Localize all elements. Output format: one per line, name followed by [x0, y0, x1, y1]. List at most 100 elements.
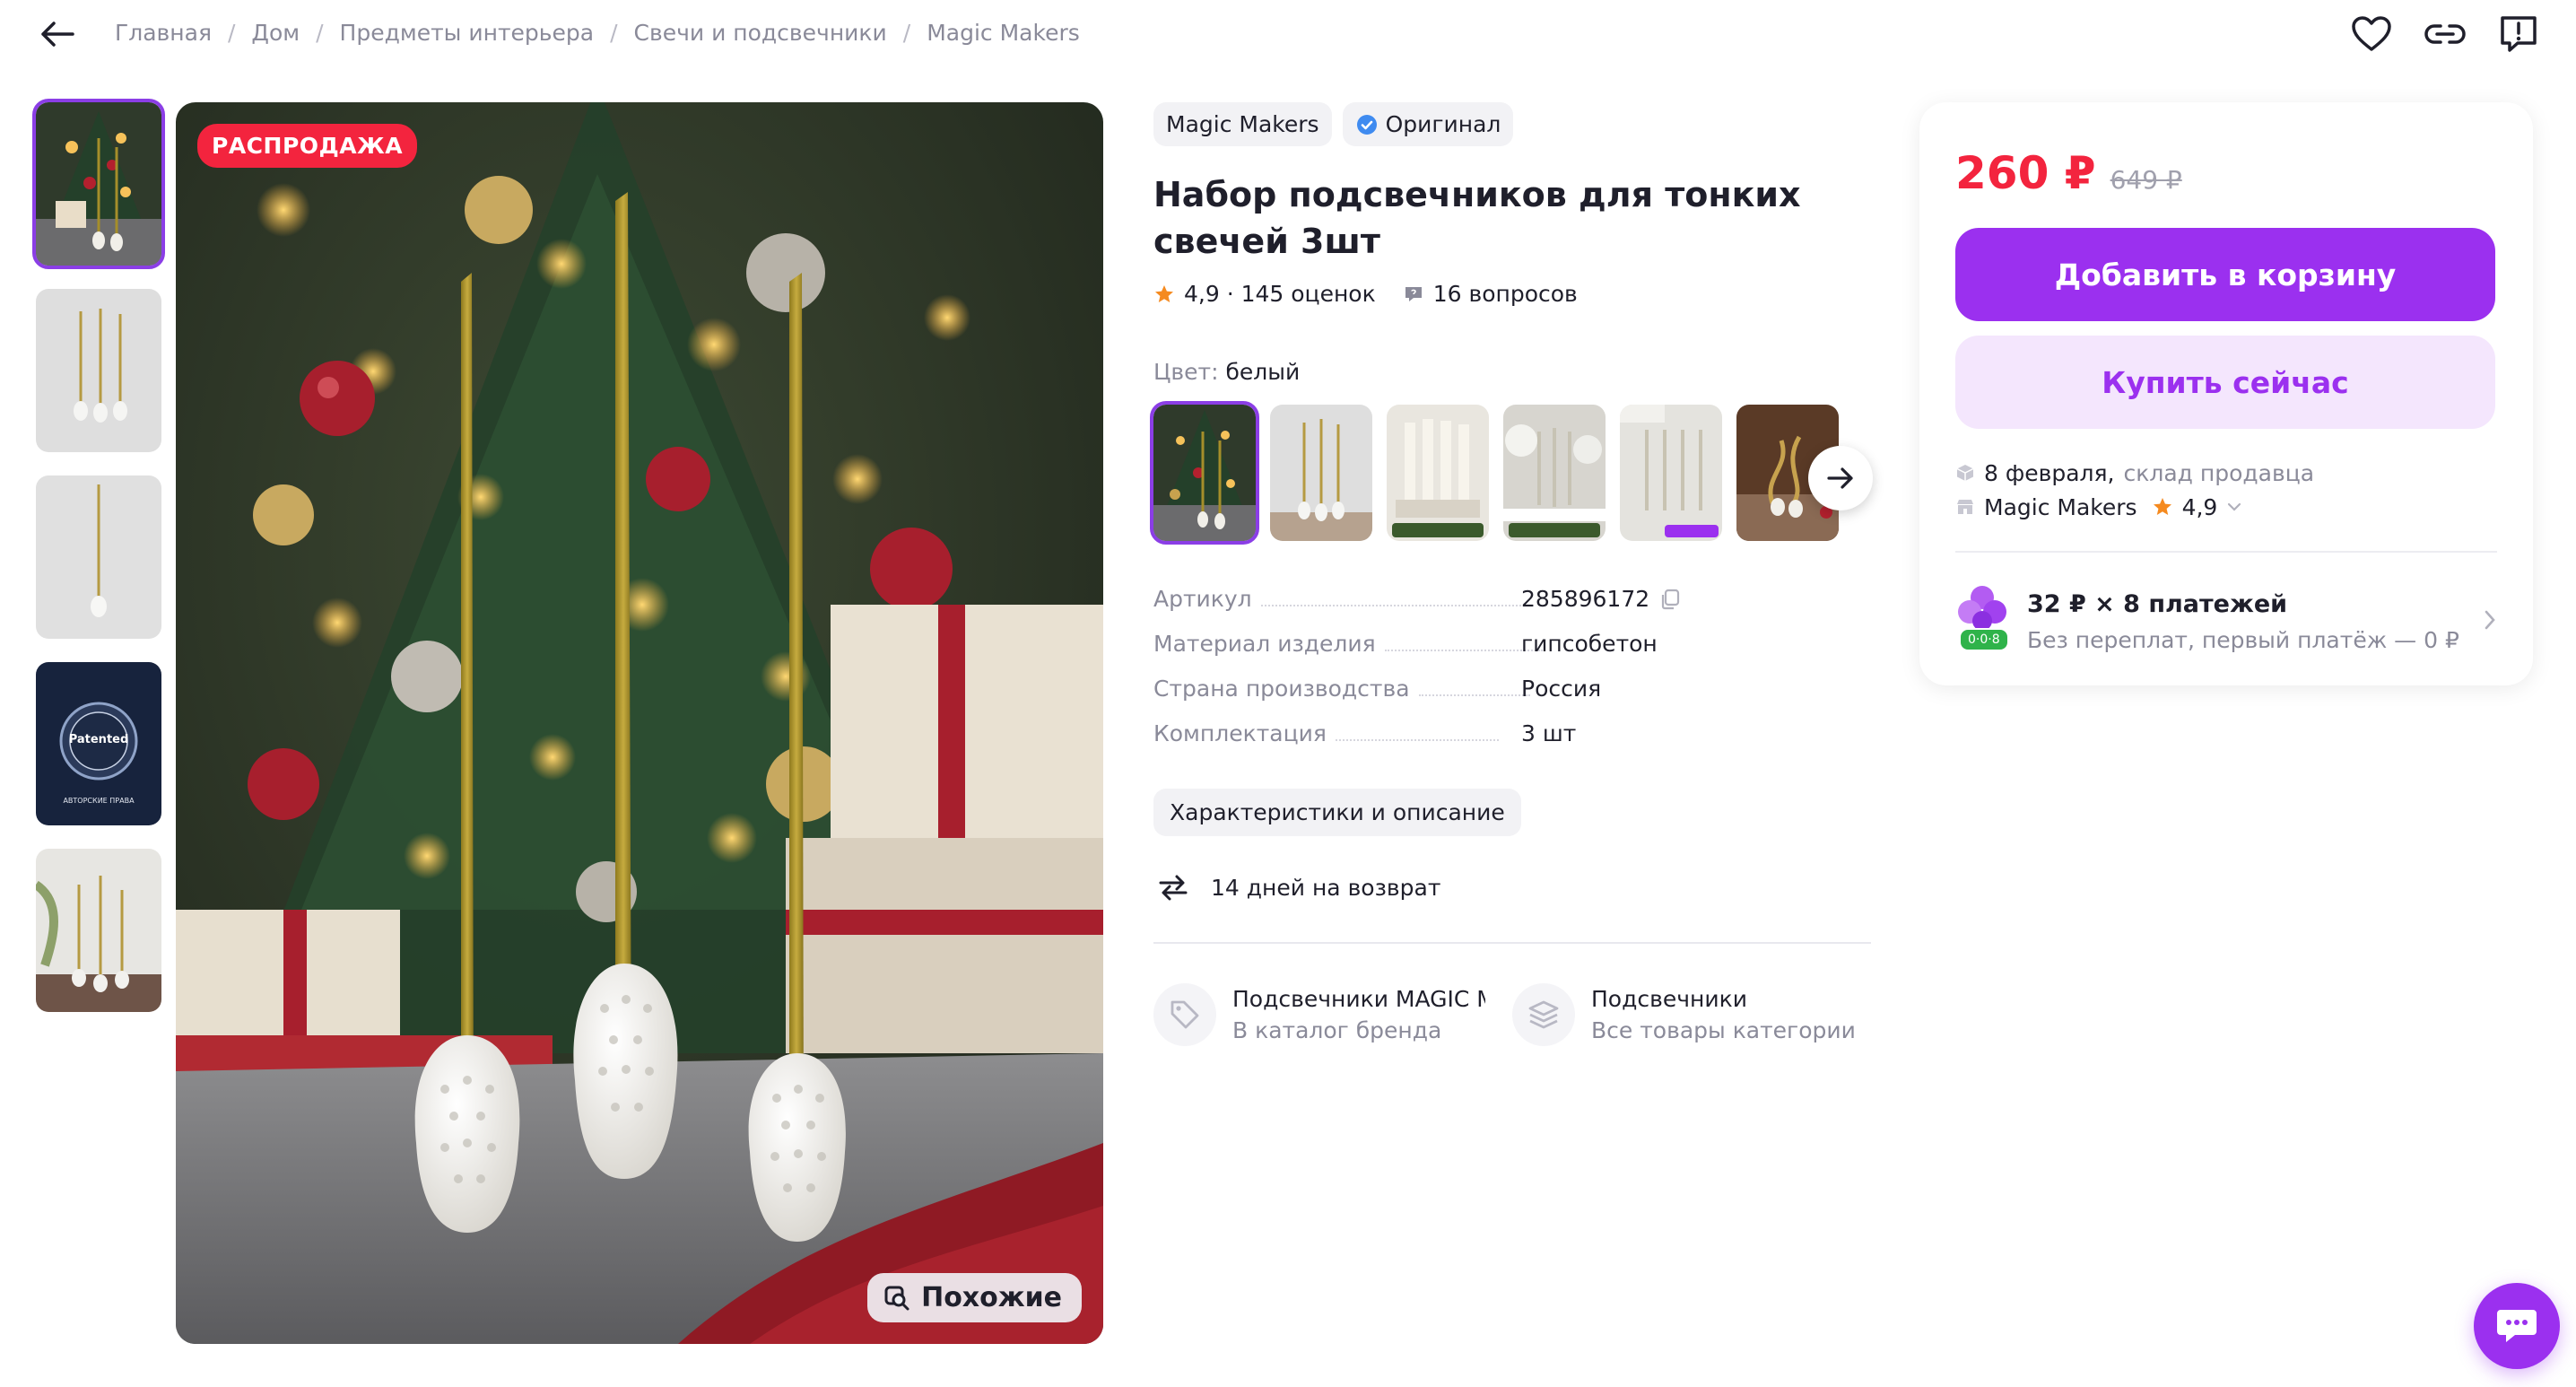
return-policy-text: 14 дней на возврат — [1211, 874, 1441, 901]
layers-icon — [1512, 983, 1575, 1046]
variant-5[interactable] — [1620, 405, 1722, 541]
spec-name: Страна производства — [1153, 676, 1410, 702]
patent-label: Patented — [68, 733, 129, 746]
buy-panel: 260 ₽ 649 ₽ Добавить в корзину Купить се… — [1919, 102, 2533, 685]
thumbnail-4-patent[interactable]: Patented АВТОРСКИЕ ПРАВА — [36, 662, 161, 825]
breadcrumb-separator: / — [227, 20, 236, 46]
variant-4[interactable] — [1503, 405, 1606, 541]
chat-button[interactable] — [2474, 1283, 2560, 1369]
spec-name: Материал изделия — [1153, 631, 1376, 657]
verified-icon — [1356, 114, 1377, 135]
product-info: Magic Makers Оригинал Набор подсвечников… — [1150, 102, 1873, 1046]
color-row: Цвет: белый — [1153, 359, 1871, 385]
brand-catalog-link[interactable]: Подсвечники MAGIC M В каталог бренда — [1153, 983, 1485, 1046]
main-product-image[interactable]: РАСПРОДАЖА Похожие — [176, 102, 1103, 1344]
spec-value: 3 шт — [1521, 720, 1577, 746]
rating-text: 4,9 · 145 оценок — [1184, 281, 1376, 307]
installments-offer[interactable]: 0·0·8 32 ₽ × 8 платежей Без переплат, пе… — [1955, 583, 2497, 660]
return-arrows-icon — [1159, 875, 1188, 901]
divider — [1153, 942, 1871, 944]
spec-row: Комплектация 3 шт — [1153, 720, 1871, 765]
box-icon — [1956, 465, 1974, 481]
variant-3[interactable] — [1387, 405, 1489, 541]
color-value: белый — [1225, 359, 1301, 385]
thumbnail-3[interactable] — [36, 475, 161, 639]
seller-rating: 4,9 — [2181, 493, 2218, 520]
product-photo — [176, 102, 1103, 1344]
seller-row[interactable]: Magic Makers 4,9 — [1955, 490, 2497, 524]
breadcrumb-dom[interactable]: Дом — [251, 20, 300, 46]
spec-row: Страна производства Россия — [1153, 676, 1871, 720]
similar-button[interactable]: Похожие — [867, 1273, 1082, 1322]
thumbnail-2[interactable] — [36, 289, 161, 452]
spec-value-article: 285896172 — [1521, 586, 1682, 612]
thumbnail-list: Patented АВТОРСКИЕ ПРАВА — [32, 99, 165, 1012]
rating-row: 4,9 · 145 оценок 16 вопросов — [1153, 281, 1871, 307]
delivery-date-row: 8 февраля, склад продавца — [1955, 456, 2497, 490]
spec-row: Артикул 285896172 — [1153, 586, 1871, 631]
question-bubble-icon — [1405, 286, 1422, 301]
price-row: 260 ₽ 649 ₽ — [1955, 147, 2497, 199]
breadcrumb-separator: / — [316, 20, 324, 46]
spec-value: гипсобетон — [1521, 631, 1658, 657]
shop-icon — [1957, 500, 1973, 514]
rating-link[interactable]: 4,9 · 145 оценок — [1153, 281, 1376, 307]
spec-value: Россия — [1521, 676, 1602, 702]
similar-icon — [884, 1286, 909, 1310]
delivery-date: 8 февраля, — [1984, 459, 2115, 486]
breadcrumb: Главная / Дом / Предметы интерьера / Све… — [115, 20, 1080, 46]
brand-catalog-subtitle: В каталог бренда — [1232, 1017, 1442, 1043]
brand-catalog-title: Подсвечники MAGIC M — [1232, 986, 1485, 1012]
thumbnail-1[interactable] — [32, 99, 165, 269]
spec-name: Комплектация — [1153, 720, 1327, 746]
questions-link[interactable]: 16 вопросов — [1403, 281, 1578, 307]
brand-chip[interactable]: Magic Makers — [1153, 102, 1332, 146]
chips-row: Magic Makers Оригинал — [1153, 102, 1871, 146]
variants-next-button[interactable] — [1808, 446, 1873, 510]
spec-dots — [1418, 694, 1530, 696]
buy-now-button[interactable]: Купить сейчас — [1955, 336, 2495, 429]
spec-dots — [1335, 739, 1499, 741]
breadcrumb-candles[interactable]: Свечи и подсвечники — [634, 20, 887, 46]
star-icon — [2153, 498, 2171, 515]
return-policy[interactable]: 14 дней на возврат — [1153, 872, 1871, 903]
spec-row: Материал изделия гипсобетон — [1153, 631, 1871, 676]
spec-dots — [1260, 605, 1521, 606]
breadcrumb-brand[interactable]: Magic Makers — [927, 20, 1080, 46]
delivery-info: 8 февраля, склад продавца Magic Makers 4… — [1955, 456, 2497, 524]
category-title: Подсвечники — [1591, 986, 1747, 1012]
chevron-right-icon — [2485, 610, 2495, 630]
catalog-links: Подсвечники MAGIC M В каталог бренда Под… — [1153, 983, 1871, 1046]
installments-title: 32 ₽ × 8 платежей — [2027, 590, 2288, 618]
description-button[interactable]: Характеристики и описание — [1153, 789, 1521, 836]
delivery-source: склад продавца — [2123, 459, 2315, 486]
color-label: Цвет: — [1153, 359, 1219, 385]
original-chip[interactable]: Оригинал — [1342, 102, 1514, 146]
header-actions — [2350, 9, 2540, 59]
report-icon[interactable] — [2497, 9, 2540, 59]
link-icon[interactable] — [2424, 9, 2467, 59]
divider — [1955, 551, 2497, 553]
thumbnail-5[interactable] — [36, 849, 161, 1012]
breadcrumb-home[interactable]: Главная — [115, 20, 212, 46]
variant-1[interactable] — [1150, 401, 1259, 545]
installments-subtitle: Без переплат, первый платёж — 0 ₽ — [2027, 627, 2459, 653]
breadcrumb-separator: / — [610, 20, 618, 46]
category-link[interactable]: Подсвечники Все товары категории — [1512, 983, 1856, 1046]
brand-chip-label: Magic Makers — [1166, 111, 1319, 137]
back-arrow-icon[interactable] — [36, 16, 79, 52]
chevron-down-icon — [2228, 502, 2241, 511]
heart-icon[interactable] — [2350, 9, 2393, 59]
add-to-cart-button[interactable]: Добавить в корзину — [1955, 228, 2495, 321]
seller-name: Magic Makers — [1984, 493, 2137, 520]
variant-2[interactable] — [1270, 405, 1372, 541]
sale-badge: РАСПРОДАЖА — [197, 124, 418, 168]
spec-dots — [1384, 650, 1543, 651]
arrow-right-icon — [1827, 467, 1853, 489]
article-number: 285896172 — [1521, 586, 1650, 612]
variant-list — [1150, 401, 1873, 545]
copy-icon[interactable] — [1658, 588, 1682, 611]
breadcrumb-interior[interactable]: Предметы интерьера — [340, 20, 595, 46]
star-icon — [1155, 284, 1173, 302]
price-current: 260 ₽ — [1955, 147, 2096, 199]
